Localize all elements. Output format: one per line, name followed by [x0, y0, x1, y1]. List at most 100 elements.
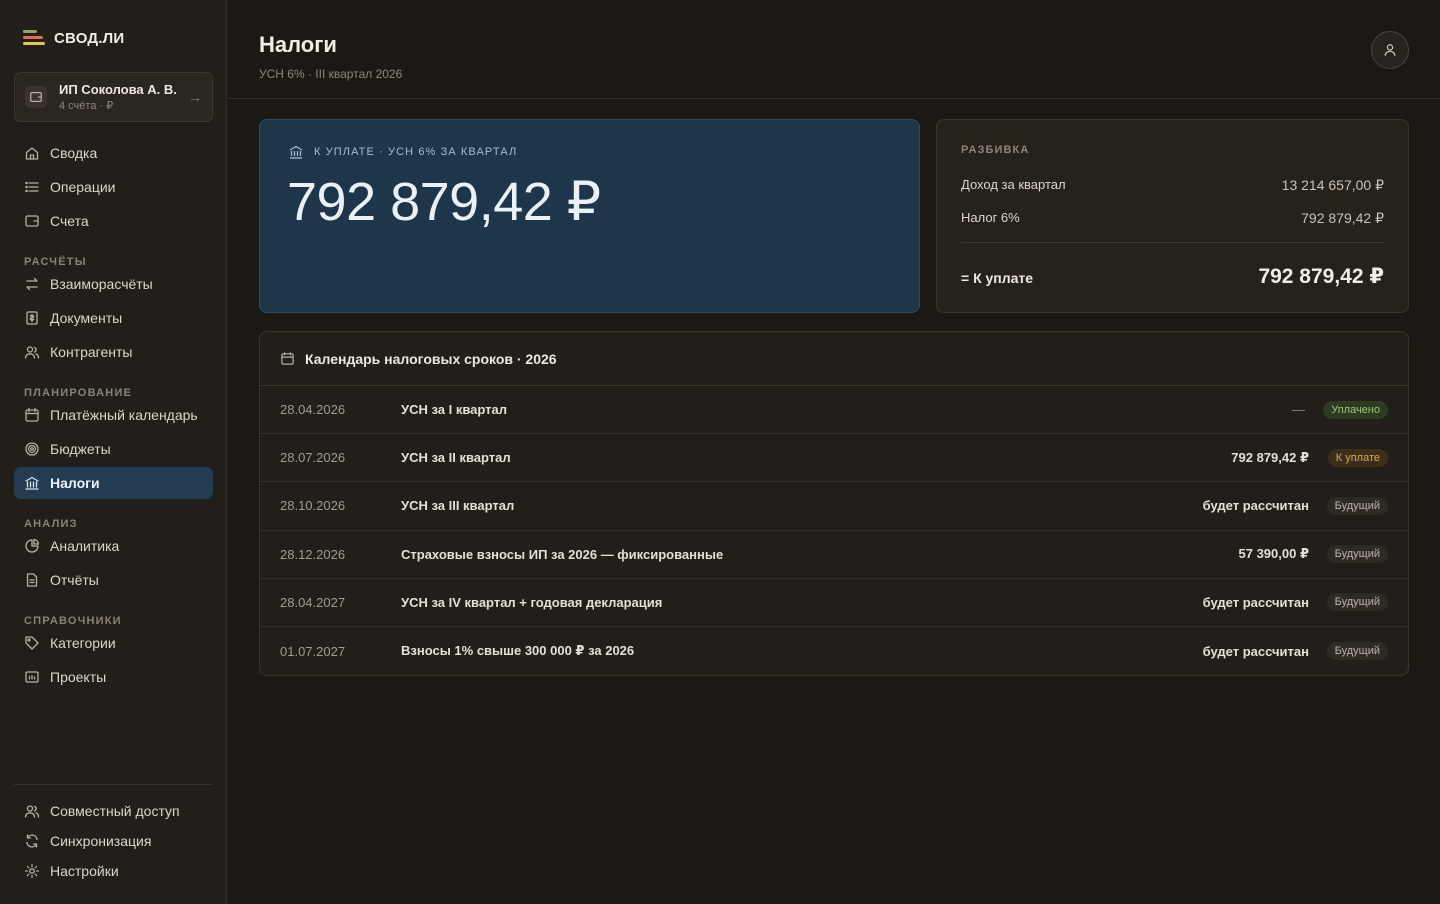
- tax-due-label: К УПЛАТЕ · УСН 6% ЗА КВАРТАЛ: [314, 146, 518, 158]
- status-badge: Будущий: [1326, 642, 1388, 661]
- target-icon: [25, 442, 39, 456]
- wallet-icon: [25, 86, 47, 108]
- sidebar-divider: [14, 784, 213, 785]
- tax-name: Страховые взносы ИП за 2026 — фиксирован…: [401, 546, 724, 562]
- arrow-right-icon: →: [188, 89, 202, 105]
- status-badge: Будущий: [1326, 545, 1388, 564]
- tax-calendar-title: Календарь налоговых сроков · 2026: [305, 350, 557, 367]
- logo-icon: [23, 30, 45, 47]
- sidebar-item-взаиморасчёты[interactable]: Взаиморасчёты: [14, 268, 213, 300]
- sidebar-item-документы[interactable]: Документы: [14, 302, 213, 334]
- page-header: Налоги УСН 6% · III квартал 2026: [228, 0, 1440, 99]
- report-icon: [26, 573, 38, 587]
- sidebar-item-совместный-доступ[interactable]: Совместный доступ: [14, 796, 213, 826]
- tax-calendar-row[interactable]: 28.04.2026 УСН за I квартал — Уплачено: [260, 386, 1408, 435]
- tax-amount: 792 879,42 ₽: [1231, 449, 1309, 465]
- tax-name: УСН за III квартал: [401, 498, 515, 514]
- tax-name: Взносы 1% свыше 300 000 ₽ за 2026: [401, 643, 635, 659]
- swap-icon: [26, 277, 38, 291]
- deadline-date: 01.07.2027: [280, 643, 346, 659]
- tax-due-card: К УПЛАТЕ · УСН 6% ЗА КВАРТАЛ 792 879,42 …: [259, 119, 920, 313]
- sidebar-item-label: Аналитика: [50, 538, 120, 554]
- users-icon: [24, 805, 40, 818]
- list-icon: [25, 181, 39, 193]
- tax-amount: будет рассчитан: [1202, 498, 1309, 514]
- sidebar-item-аналитика[interactable]: Аналитика: [14, 530, 213, 562]
- tax-name: УСН за IV квартал + годовая декларация: [401, 594, 663, 610]
- tax-amount: будет рассчитан: [1202, 643, 1309, 659]
- sidebar-item-налоги[interactable]: Налоги: [14, 467, 213, 499]
- tax-name: УСН за II квартал: [401, 450, 511, 466]
- deadline-date: 28.04.2027: [280, 594, 346, 610]
- document-icon: [26, 311, 38, 325]
- nav-section-title: ПЛАНИРОВАНИЕ: [24, 387, 133, 399]
- sidebar-item-label: Налоги: [50, 475, 100, 491]
- sidebar-item-label: Сводка: [50, 145, 98, 161]
- breakdown-row-income: Доход за квартал 13 214 657,00 ₽: [961, 177, 1384, 194]
- sidebar-item-label: Взаиморасчёты: [50, 276, 153, 292]
- sidebar-item-label: Совместный доступ: [50, 803, 180, 819]
- sidebar-item-сводка[interactable]: Сводка: [14, 137, 213, 169]
- gear-icon: [24, 863, 40, 879]
- app-logo[interactable]: СВОД.ЛИ: [23, 30, 124, 47]
- account-switcher[interactable]: ИП Соколова А. В. 4 счёта · ₽ →: [14, 72, 213, 122]
- tax-calendar-row[interactable]: 28.04.2027 УСН за IV квартал + годовая де…: [260, 579, 1408, 627]
- tax-calendar-row[interactable]: 28.10.2026 УСН за III квартал будет рассчи…: [260, 482, 1408, 531]
- sidebar-item-проекты[interactable]: Проекты: [14, 661, 213, 693]
- breakdown-total: = К уплате 792 879,42 ₽: [961, 264, 1384, 289]
- sync-icon: [26, 834, 38, 848]
- breakdown-card: РАЗБИВКА Доход за квартал 13 214 657,00 …: [936, 119, 1409, 313]
- calendar-icon: [25, 407, 39, 422]
- breakdown-value: 792 879,42 ₽: [1301, 210, 1384, 226]
- tax-calendar-header: Календарь налоговых сроков · 2026: [260, 332, 1408, 386]
- sidebar-item-label: Настройки: [50, 863, 119, 879]
- bank-icon: [289, 145, 303, 159]
- tax-calendar: Календарь налоговых сроков · 2026 28.04.…: [259, 331, 1409, 676]
- sidebar-item-отчёты[interactable]: Отчёты: [14, 564, 213, 596]
- sidebar-item-label: Операции: [50, 179, 116, 195]
- sidebar-item-label: Платёжный календарь: [50, 407, 198, 423]
- tax-name: УСН за I квартал: [401, 402, 508, 418]
- pie-icon: [25, 538, 40, 553]
- tax-amount: —: [1292, 402, 1305, 418]
- sidebar-item-label: Проекты: [50, 669, 107, 685]
- tax-due-amount: 792 879,42 ₽: [287, 172, 601, 232]
- sidebar-item-категории[interactable]: Категории: [14, 627, 213, 659]
- status-badge: Будущий: [1326, 496, 1388, 515]
- nav-section-title: АНАЛИЗ: [24, 518, 78, 530]
- deadline-date: 28.10.2026: [280, 498, 346, 514]
- breakdown-total-value: 792 879,42 ₽: [1258, 265, 1384, 288]
- sidebar-item-синхронизация[interactable]: Синхронизация: [14, 826, 213, 856]
- tax-calendar-row[interactable]: 28.12.2026 Страховые взносы ИП за 2026 — …: [260, 531, 1408, 579]
- sidebar-item-label: Документы: [50, 310, 123, 326]
- sidebar-item-label: Категории: [50, 635, 116, 651]
- sidebar-item-label: Контрагенты: [50, 344, 133, 360]
- page-title: Налоги: [259, 32, 337, 57]
- user-icon: [1384, 44, 1396, 56]
- sidebar-item-платёжный-календарь[interactable]: Платёжный календарь: [14, 399, 213, 431]
- breakdown-divider: [961, 242, 1384, 243]
- app-name: СВОД.ЛИ: [54, 30, 125, 47]
- deadline-date: 28.12.2026: [280, 546, 346, 562]
- tag-icon: [25, 636, 39, 650]
- page-subtitle: УСН 6% · III квартал 2026: [259, 67, 403, 81]
- tax-calendar-row[interactable]: 28.07.2026 УСН за II квартал 792 879,42 ₽ К…: [260, 434, 1408, 483]
- sidebar-item-настройки[interactable]: Настройки: [14, 856, 213, 886]
- sidebar-item-контрагенты[interactable]: Контрагенты: [14, 336, 213, 368]
- bank-icon: [25, 476, 39, 490]
- folder-icon: [25, 671, 39, 683]
- nav-section-title: СПРАВОЧНИКИ: [24, 615, 122, 627]
- sidebar-item-операции[interactable]: Операции: [14, 171, 213, 203]
- profile-button[interactable]: [1371, 31, 1409, 69]
- status-badge: К уплате: [1327, 448, 1388, 467]
- status-badge: Уплачено: [1323, 400, 1388, 419]
- sidebar-item-label: Отчёты: [50, 572, 99, 588]
- breakdown-row-tax: Налог 6% 792 879,42 ₽: [961, 210, 1384, 227]
- tax-calendar-row[interactable]: 01.07.2027 Взносы 1% свыше 300 000 ₽ за 2…: [260, 627, 1408, 675]
- sidebar-item-бюджеты[interactable]: Бюджеты: [14, 433, 213, 465]
- breakdown-value: 13 214 657,00 ₽: [1281, 177, 1384, 193]
- breakdown-title: РАЗБИВКА: [961, 144, 1030, 156]
- deadline-date: 28.07.2026: [280, 450, 346, 466]
- account-name: ИП Соколова А. В.: [59, 82, 177, 97]
- sidebar-item-счета[interactable]: Счета: [14, 205, 213, 237]
